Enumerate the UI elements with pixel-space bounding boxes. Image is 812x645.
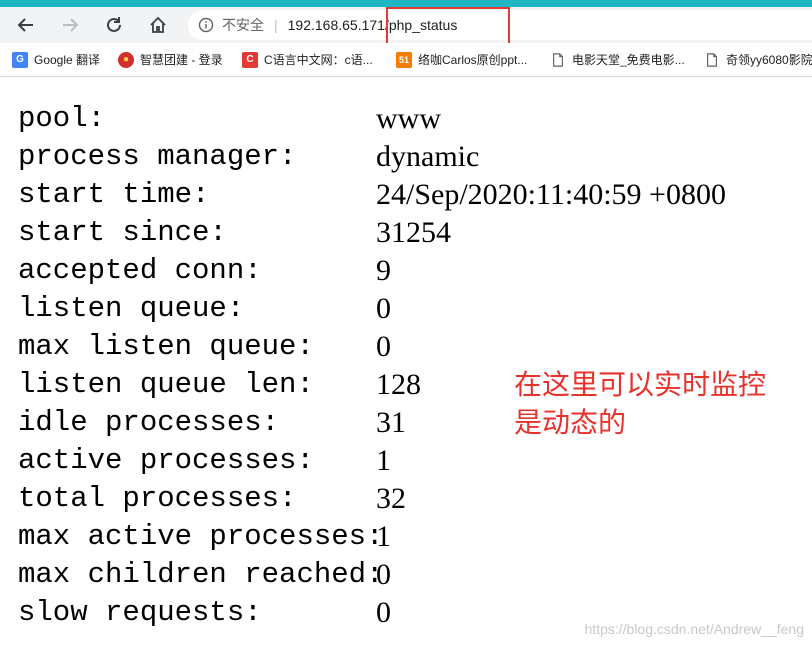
status-key: max children reached: xyxy=(18,558,384,591)
security-label[interactable]: 不安全 xyxy=(222,15,264,35)
status-value: 24/Sep/2020:11:40:59 +0800 xyxy=(376,178,726,211)
status-value: 32 xyxy=(376,482,406,515)
bookmark-google-translate[interactable]: G Google 翻译 xyxy=(12,51,100,68)
status-row: start since: 31254 xyxy=(18,214,726,252)
status-value: 0 xyxy=(376,292,391,325)
bookmark-carlos-ppt[interactable]: 51 络咖Carlos原创ppt... xyxy=(396,51,527,68)
watermark: https://blog.csdn.net/Andrew__feng xyxy=(584,621,804,637)
status-row: max children reached: 0 xyxy=(18,556,726,594)
window-top-accent xyxy=(0,0,812,7)
status-value: 0 xyxy=(376,558,391,591)
status-value: 1 xyxy=(376,444,391,477)
status-value: 1 xyxy=(376,520,391,553)
page-icon xyxy=(550,52,566,68)
status-row: pool: www xyxy=(18,100,726,138)
status-key: idle processes: xyxy=(18,406,280,439)
status-row: start time: 24/Sep/2020:11:40:59 +0800 xyxy=(18,176,726,214)
status-key: max active processes: xyxy=(18,520,384,553)
omnibox-separator: | xyxy=(274,17,278,33)
51-site-icon: 51 xyxy=(396,51,412,68)
annotation-line-2: 是动态的 xyxy=(514,406,627,439)
status-value: www xyxy=(376,102,441,135)
status-value: dynamic xyxy=(376,140,480,173)
bookmark-label: 络咖Carlos原创ppt... xyxy=(418,53,528,67)
page-icon xyxy=(704,52,720,68)
c-site-icon: C xyxy=(242,51,258,68)
back-button[interactable] xyxy=(12,11,40,39)
bookmark-label: 奇领yy6080影院 xyxy=(726,53,812,67)
annotation-line-1: 在这里可以实时监控 xyxy=(514,368,767,401)
bookmark-label: 智慧团建 - 登录 xyxy=(140,53,223,67)
status-row: listen queue: 0 xyxy=(18,290,726,328)
google-translate-icon: G xyxy=(12,51,28,68)
status-value: 9 xyxy=(376,254,391,287)
status-row: process manager: dynamic xyxy=(18,138,726,176)
status-key: total processes: xyxy=(18,482,297,515)
reload-button[interactable] xyxy=(100,11,128,39)
browser-toolbar: 不安全 | 192.168.65.171/php_status xyxy=(0,7,812,59)
arrow-right-icon xyxy=(63,18,79,32)
status-row: total processes: 32 xyxy=(18,480,726,518)
arrow-left-icon xyxy=(17,18,33,32)
status-key: start time: xyxy=(18,178,210,211)
status-value: 0 xyxy=(376,596,391,629)
status-key: max listen queue: xyxy=(18,330,314,363)
status-key: listen queue: xyxy=(18,292,245,325)
status-value: 31254 xyxy=(376,216,451,249)
bookmark-dianying-tiantang[interactable]: 电影天堂_免费电影... xyxy=(550,51,685,68)
status-value: 128 xyxy=(376,368,421,401)
bookmark-label: Google 翻译 xyxy=(34,53,101,67)
status-row: max active processes: 1 xyxy=(18,518,726,556)
bookmark-yy6080[interactable]: 奇领yy6080影院 xyxy=(704,51,812,68)
forward-button[interactable] xyxy=(56,11,84,39)
emblem-icon: ● xyxy=(118,51,134,68)
home-button[interactable] xyxy=(144,11,172,39)
bookmark-label: 电影天堂_免费电影... xyxy=(572,53,685,67)
status-key: active processes: xyxy=(18,444,314,477)
bookmarks-bar: G Google 翻译 ● 智慧团建 - 登录 C C语言中文网：c语... 5… xyxy=(0,43,812,77)
status-row: accepted conn: 9 xyxy=(18,252,726,290)
status-key: slow requests: xyxy=(18,596,262,629)
bookmark-zhihui-tuanjian[interactable]: ● 智慧团建 - 登录 xyxy=(118,51,223,68)
status-key: listen queue len: xyxy=(18,368,314,401)
bookmark-c-language[interactable]: C C语言中文网：c语... xyxy=(242,51,373,68)
info-icon[interactable] xyxy=(198,17,214,33)
red-annotation: 在这里可以实时监控 是动态的 xyxy=(514,366,766,442)
status-row: active processes: 1 xyxy=(18,442,726,480)
status-value: 0 xyxy=(376,330,391,363)
reload-icon xyxy=(107,17,121,32)
status-key: accepted conn: xyxy=(18,254,262,287)
bookmark-label: C语言中文网：c语... xyxy=(264,53,373,67)
status-key: pool: xyxy=(18,102,106,135)
home-icon xyxy=(150,16,166,33)
status-row: max listen queue: 0 xyxy=(18,328,726,366)
status-key: process manager: xyxy=(18,140,297,173)
status-key: start since: xyxy=(18,216,227,249)
status-value: 31 xyxy=(376,406,406,439)
